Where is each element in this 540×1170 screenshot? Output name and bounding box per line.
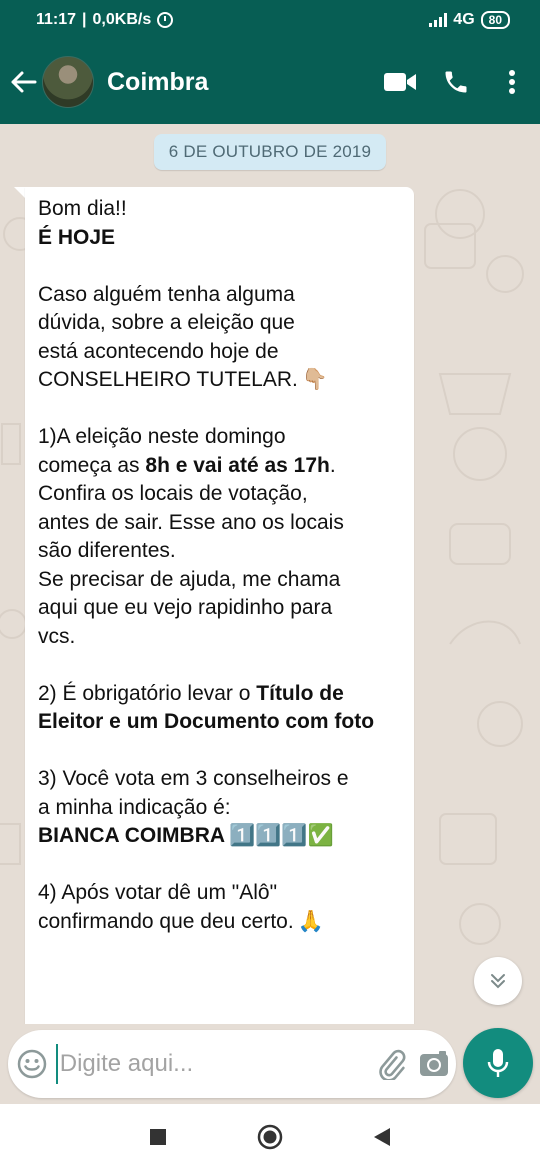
home-circle-icon bbox=[257, 1124, 283, 1150]
message-line: dúvida, sobre a eleição que bbox=[38, 309, 402, 338]
message-line: Caso alguém tenha alguma bbox=[38, 281, 402, 310]
message-text: Caso alguém tenha alguma bbox=[38, 282, 295, 306]
message-text: É HOJE bbox=[38, 225, 116, 249]
paperclip-icon bbox=[379, 1049, 406, 1080]
video-call-icon bbox=[384, 73, 416, 91]
camera-icon bbox=[420, 1051, 449, 1076]
message-text: está acontecendo hoje de bbox=[38, 339, 279, 363]
composer bbox=[8, 1030, 456, 1098]
message-line: são diferentes. bbox=[38, 537, 402, 566]
chat-header: Coimbra bbox=[0, 40, 540, 124]
phone-icon bbox=[445, 71, 467, 93]
message-line: 1)A eleição neste domingo bbox=[38, 423, 402, 452]
recents-button[interactable] bbox=[102, 1104, 214, 1170]
status-separator: | bbox=[82, 11, 87, 28]
message-line: Bom dia!! bbox=[38, 195, 402, 224]
message-bubble[interactable]: Bom dia!! É HOJE Caso alguém tenha alguma d… bbox=[25, 187, 414, 1024]
more-options-button[interactable] bbox=[484, 40, 540, 124]
chat-area[interactable]: 6 DE OUTUBRO DE 2019 Bom dia!! É HOJE Caso… bbox=[0, 124, 540, 1024]
message-text: Título de bbox=[256, 681, 344, 705]
message-text: confirmando que deu certo. bbox=[38, 909, 294, 933]
message-input[interactable] bbox=[55, 1044, 370, 1084]
contact-name[interactable]: Coimbra bbox=[107, 68, 372, 97]
smiley-icon bbox=[17, 1049, 47, 1079]
message-text: antes de sair. Esse ano os locais bbox=[38, 510, 344, 534]
message-line: É HOJE bbox=[38, 224, 402, 253]
message-line bbox=[38, 851, 402, 880]
attach-button[interactable] bbox=[370, 1030, 413, 1098]
message-line: começa as 8h e vai até as 17h. bbox=[38, 452, 402, 481]
message-text: Se precisar de ajuda, me chama bbox=[38, 567, 341, 591]
message-text: começa as bbox=[38, 453, 146, 477]
message-line: 2) É obrigatório levar o Título de bbox=[38, 680, 402, 709]
back-arrow-icon bbox=[11, 71, 37, 93]
emoji-button[interactable] bbox=[8, 1030, 56, 1098]
message-line bbox=[38, 252, 402, 281]
square-icon bbox=[150, 1129, 166, 1145]
status-left: 11:17 | 0,0KB/s bbox=[36, 11, 174, 29]
triangle-back-icon bbox=[374, 1128, 390, 1146]
message-line: 4) Após votar dê um "Alô" bbox=[38, 879, 402, 908]
message-text: Bom dia!! bbox=[38, 197, 127, 220]
message-line: BIANCA COIMBRA 1️⃣1️⃣1️⃣✅ bbox=[38, 822, 402, 851]
home-button[interactable] bbox=[214, 1104, 326, 1170]
message-line bbox=[38, 395, 402, 424]
message-text: CONSELHEIRO TUTELAR. bbox=[38, 368, 298, 391]
status-time: 11:17 bbox=[36, 11, 77, 28]
status-speed: 0,0KB/s bbox=[92, 11, 152, 28]
voice-call-button[interactable] bbox=[428, 40, 484, 124]
back-nav-button[interactable] bbox=[326, 1104, 438, 1170]
signal-icon bbox=[429, 13, 448, 27]
message-line bbox=[38, 737, 402, 766]
message-text: Confira os locais de votação, bbox=[38, 482, 308, 506]
network-type: 4G bbox=[453, 11, 475, 28]
message-line: confirmando que deu certo. 🙏 bbox=[38, 908, 402, 937]
message-line: Eleitor e um Documento com foto bbox=[38, 708, 402, 737]
message-line: vcs. bbox=[38, 623, 402, 652]
message-text: 1)A eleição neste domingo bbox=[38, 425, 286, 449]
message-line: antes de sair. Esse ano os locais bbox=[38, 509, 402, 538]
date-chip: 6 DE OUTUBRO DE 2019 bbox=[154, 134, 386, 170]
back-button[interactable] bbox=[0, 40, 46, 124]
voice-record-button[interactable] bbox=[463, 1028, 533, 1098]
message-line: Se precisar de ajuda, me chama bbox=[38, 566, 402, 595]
scroll-down-button[interactable] bbox=[474, 957, 522, 1005]
message-text: 8h e vai até as 17h bbox=[145, 453, 330, 477]
message-text: vcs. bbox=[38, 624, 76, 648]
message-line: 3) Você vota em 3 conselheiros e bbox=[38, 765, 402, 794]
avatar[interactable] bbox=[42, 56, 94, 108]
camera-button[interactable] bbox=[413, 1030, 456, 1098]
message-text: . bbox=[329, 453, 336, 477]
message-text: BIANCA COIMBRA bbox=[38, 824, 226, 848]
message-text: 3) Você vota em 3 conselheiros e bbox=[38, 767, 349, 791]
message-text: são diferentes. bbox=[38, 539, 176, 563]
status-right: 4G 80 bbox=[429, 11, 510, 29]
message-line bbox=[38, 651, 402, 680]
message-text: 4) Após votar dê um "Alô" bbox=[38, 881, 278, 905]
emoji: 1️⃣1️⃣1️⃣✅ bbox=[229, 824, 334, 848]
video-call-button[interactable] bbox=[372, 40, 428, 124]
message-text: dúvida, sobre a eleição que bbox=[38, 311, 295, 334]
system-nav-bar bbox=[0, 1104, 540, 1170]
alarm-icon bbox=[157, 12, 174, 28]
message-text: a minha indicação é: bbox=[38, 795, 231, 819]
status-bar: 11:17 | 0,0KB/s 4G 80 bbox=[0, 0, 540, 40]
message-text: Eleitor e um Documento com foto bbox=[38, 710, 375, 734]
more-vert-icon bbox=[509, 70, 515, 94]
double-chevron-down-icon bbox=[491, 974, 505, 989]
message-text: 2) É obrigatório levar o bbox=[38, 681, 257, 705]
message-line: aqui que eu vejo rapidinho para bbox=[38, 594, 402, 623]
message-line: está acontecendo hoje de bbox=[38, 338, 402, 367]
message-line: CONSELHEIRO TUTELAR. 👇🏼 bbox=[38, 366, 402, 395]
message-line: Confira os locais de votação, bbox=[38, 480, 402, 509]
message-text: aqui que eu vejo rapidinho para bbox=[38, 596, 333, 620]
emoji: 🙏 bbox=[297, 910, 324, 934]
battery-icon: 80 bbox=[480, 11, 510, 29]
message-line: a minha indicação é: bbox=[38, 794, 402, 823]
emoji: 👇🏼 bbox=[301, 368, 328, 392]
microphone-icon bbox=[487, 1049, 509, 1077]
